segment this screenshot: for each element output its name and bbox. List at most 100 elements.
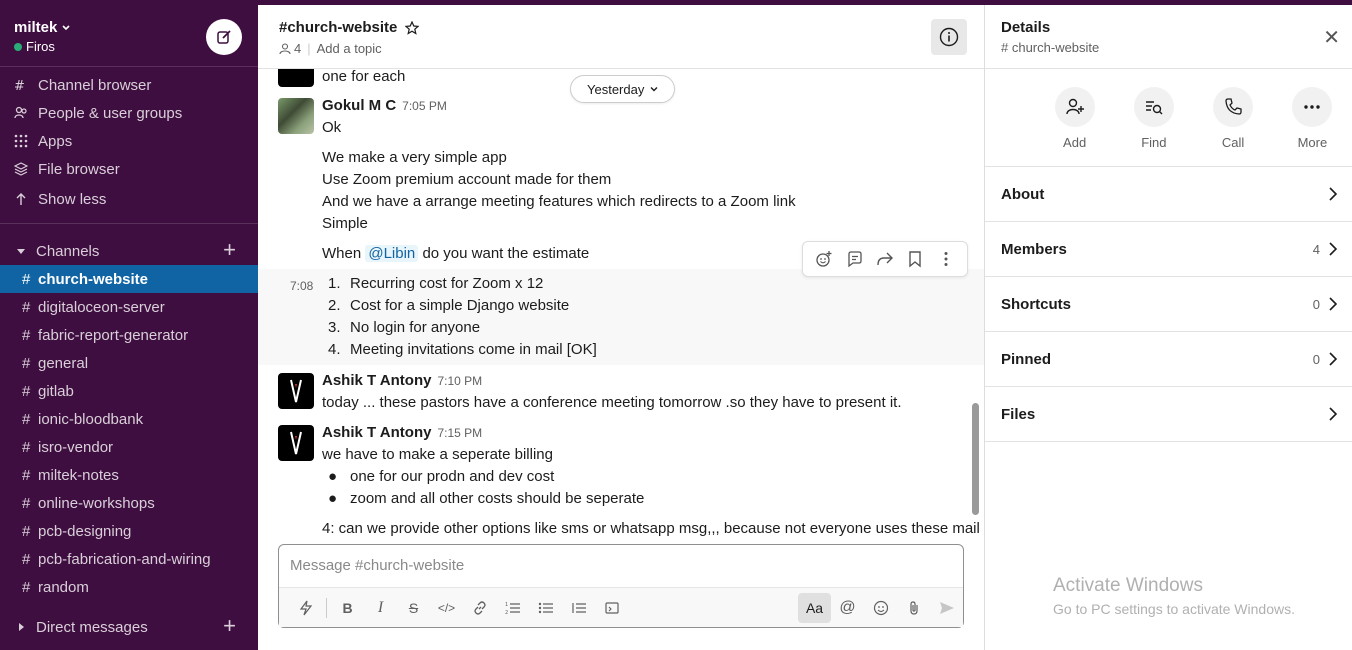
nav-apps[interactable]: Apps — [0, 127, 258, 155]
message-timestamp[interactable]: 7:10 PM — [437, 374, 482, 388]
share-icon[interactable] — [876, 250, 894, 268]
nav-channel-browser[interactable]: # Channel browser — [0, 71, 258, 99]
message-list: one for each Yesterday Gokul M C 7:05 PM … — [258, 69, 984, 539]
close-icon[interactable]: ✕ — [1323, 25, 1340, 50]
details-action-find[interactable]: Find — [1114, 69, 1193, 166]
channel-main: #church-website 4 | Add a topic one for … — [258, 5, 985, 650]
channel-browser-icon: # — [14, 78, 28, 92]
code-block-icon[interactable] — [595, 593, 628, 623]
member-count-button[interactable]: 4 — [279, 41, 301, 56]
details-action-call[interactable]: Call — [1194, 69, 1273, 166]
bulleted-list-icon[interactable] — [529, 593, 562, 623]
chevron-down-icon — [62, 24, 70, 30]
avatar[interactable] — [278, 98, 314, 134]
sidebar-channel-pcb-fabrication-and-wiring[interactable]: # pcb-fabrication-and-wiring — [0, 545, 258, 573]
message-timestamp[interactable]: 7:15 PM — [437, 426, 482, 440]
bold-icon[interactable]: B — [331, 593, 364, 623]
channel-title-row[interactable]: #church-website — [279, 19, 984, 36]
hash-icon: # — [22, 354, 31, 372]
date-divider-button[interactable]: Yesterday — [570, 75, 676, 103]
add-reaction-icon[interactable] — [815, 250, 833, 268]
strikethrough-icon[interactable]: S — [397, 593, 430, 623]
avatar[interactable] — [278, 425, 314, 461]
emoji-icon[interactable] — [864, 593, 897, 623]
mention-icon[interactable]: @ — [831, 593, 864, 623]
message-text: 4: can we provide other options like sms… — [322, 520, 980, 537]
sidebar-channel-gitlab[interactable]: # gitlab — [0, 377, 258, 405]
details-row-shortcuts[interactable]: Shortcuts 0 — [985, 277, 1352, 332]
details-row-about[interactable]: About — [985, 167, 1352, 222]
sidebar-channel-fabric-report-generator[interactable]: # fabric-report-generator — [0, 321, 258, 349]
list-item: 1. Recurring cost for Zoom x 12 — [328, 275, 544, 292]
details-action-label: Call — [1221, 135, 1245, 150]
more-vertical-icon[interactable] — [937, 250, 955, 268]
channel-details-button[interactable] — [931, 19, 967, 55]
workspace-header[interactable]: miltek Firos — [0, 5, 258, 67]
message-text: Simple — [322, 215, 368, 232]
sidebar-channel-isro-vendor[interactable]: # isro-vendor — [0, 433, 258, 461]
sidebar-channel-miltek-notes[interactable]: # miltek-notes — [0, 461, 258, 489]
hash-icon: # — [22, 578, 31, 596]
sidebar-channel-online-workshops[interactable]: # online-workshops — [0, 489, 258, 517]
list-item: ● zoom and all other costs should be sepe… — [328, 490, 645, 507]
message-text: we have to make a seperate billing — [322, 446, 553, 463]
bookmark-icon[interactable] — [906, 250, 924, 268]
nav-show-less[interactable]: Show less — [0, 185, 258, 213]
sidebar-channel-pcb-designing[interactable]: # pcb-designing — [0, 517, 258, 545]
sidebar-channel-random[interactable]: # random — [0, 573, 258, 601]
sidebar-channel-general[interactable]: # general — [0, 349, 258, 377]
channel-subtitle: 4 | Add a topic — [279, 41, 984, 56]
italic-icon[interactable]: I — [364, 593, 397, 623]
hash-icon: # — [22, 522, 31, 540]
reply-thread-icon[interactable] — [846, 250, 864, 268]
details-row-pinned[interactable]: Pinned 0 — [985, 332, 1352, 387]
message-timestamp[interactable]: 7:08 — [290, 279, 313, 293]
scrollbar-thumb[interactable] — [972, 403, 979, 515]
star-icon[interactable] — [405, 20, 420, 35]
message-composer[interactable]: Message #church-website B I S </> 12 Aa … — [278, 544, 964, 628]
message-sender[interactable]: Ashik T Antony — [322, 424, 431, 441]
sidebar-channel-church-website[interactable]: # church-website — [0, 265, 258, 293]
phone-icon — [1225, 98, 1242, 115]
channels-section-header[interactable]: Channels + — [0, 237, 258, 265]
add-channel-plus-icon[interactable]: + — [223, 239, 236, 261]
sidebar-channel-ionic-bloodbank[interactable]: # ionic-bloodbank — [0, 405, 258, 433]
list-item: 4. Meeting invitations come in mail [OK] — [328, 341, 597, 358]
avatar[interactable] — [278, 69, 314, 87]
add-topic-link[interactable]: Add a topic — [317, 41, 382, 56]
code-icon[interactable]: </> — [430, 593, 463, 623]
shortcuts-lightning-icon[interactable] — [289, 593, 322, 623]
direct-messages-section-header[interactable]: Direct messages + — [0, 613, 258, 641]
send-icon[interactable] — [930, 593, 963, 623]
details-row-count: 0 — [1312, 296, 1320, 312]
message-sender[interactable]: Ashik T Antony — [322, 372, 431, 389]
person-icon — [279, 42, 291, 54]
details-action-add[interactable]: Add — [1035, 69, 1114, 166]
message-timestamp[interactable]: 7:05 PM — [402, 99, 447, 113]
tuxedo-logo-icon — [290, 379, 302, 403]
link-icon[interactable] — [463, 593, 496, 623]
sidebar-channel-digitaloceon-server[interactable]: # digitaloceon-server — [0, 293, 258, 321]
message-sender[interactable]: Gokul M C — [322, 97, 396, 114]
compose-button[interactable] — [206, 19, 242, 55]
add-dm-plus-icon[interactable]: + — [223, 615, 236, 637]
ordered-list-icon[interactable]: 12 — [496, 593, 529, 623]
details-action-more[interactable]: More — [1273, 69, 1352, 166]
message-input[interactable]: Message #church-website — [290, 557, 464, 574]
details-row-members[interactable]: Members 4 — [985, 222, 1352, 277]
toolbar-divider — [326, 597, 327, 618]
details-action-label: Find — [1141, 135, 1167, 150]
nav-people[interactable]: People & user groups — [0, 99, 258, 127]
list-item-text: Meeting invitations come in mail [OK] — [350, 341, 597, 358]
details-row-files[interactable]: Files — [985, 387, 1352, 442]
nav-file-browser[interactable]: File browser — [0, 155, 258, 183]
formatting-toggle-button[interactable]: Aa — [798, 592, 831, 623]
hash-icon: # — [22, 326, 31, 344]
hash-icon: # — [22, 494, 31, 512]
attachment-icon[interactable] — [897, 593, 930, 623]
blockquote-icon[interactable] — [562, 593, 595, 623]
details-row-label: Shortcuts — [1001, 295, 1072, 313]
apps-grid-icon — [14, 134, 28, 148]
user-mention[interactable]: @Libin — [365, 245, 419, 262]
avatar[interactable] — [278, 373, 314, 409]
